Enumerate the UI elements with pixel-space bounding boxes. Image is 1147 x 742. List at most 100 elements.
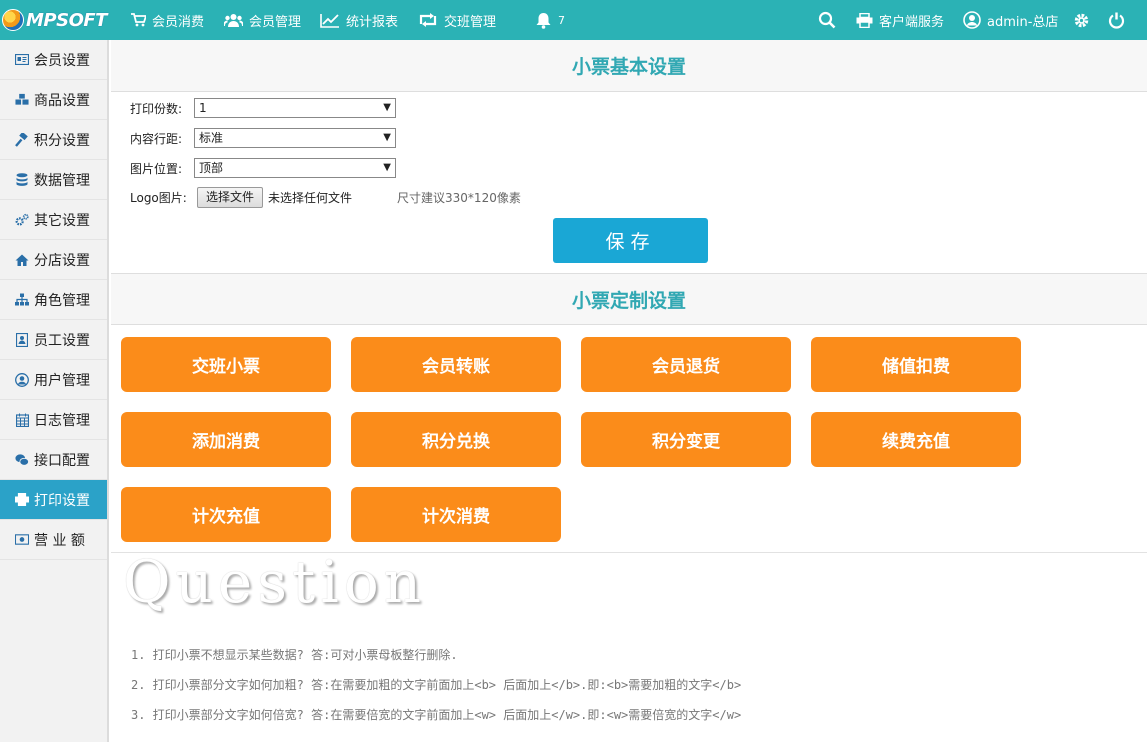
sidebar: 会员设置 商品设置 积分设置 数据管理 其它设置 分店设置 角色管理 员工设置 …	[0, 40, 109, 742]
bell-icon	[535, 12, 552, 29]
cogs-icon	[15, 213, 29, 227]
logo-label: Logo图片:	[130, 191, 187, 205]
id-card-icon	[15, 53, 29, 67]
tile-member-return[interactable]: 会员退货	[581, 337, 791, 392]
nav-reports[interactable]: 统计报表	[320, 0, 398, 40]
spacing-select[interactable]: 标准 ▼	[194, 128, 396, 148]
user-menu[interactable]: admin-总店	[963, 0, 1058, 40]
question-title: Question	[123, 548, 427, 616]
faq-item: 2. 打印小票部分文字如何加粗? 答:在需要加粗的文字前面加上<b> 后面加上<…	[131, 678, 742, 692]
sidebar-item-label: 分店设置	[34, 252, 90, 269]
nav-label: 统计报表	[346, 14, 399, 30]
tile-renew-recharge[interactable]: 续费充值	[811, 412, 1021, 467]
printer-icon	[15, 493, 29, 507]
calendar-icon	[15, 413, 29, 427]
sidebar-item-data-manage[interactable]: 数据管理	[0, 160, 107, 200]
tile-shift-receipt[interactable]: 交班小票	[121, 337, 331, 392]
spacing-label: 内容行距:	[130, 131, 183, 146]
sidebar-item-label: 用户管理	[34, 372, 90, 389]
sidebar-item-api-config[interactable]: 接口配置	[0, 440, 107, 480]
nav-member-consume[interactable]: 会员消费	[130, 0, 204, 40]
settings-button[interactable]	[1073, 0, 1096, 40]
tile-points-exchange[interactable]: 积分兑换	[351, 412, 561, 467]
copies-select[interactable]: 1 ▼	[194, 98, 396, 118]
logo-row: Logo图片: 选择文件 未选择任何文件 尺寸建议330*120像素	[130, 187, 521, 208]
logo-icon	[2, 9, 24, 31]
sidebar-item-label: 日志管理	[34, 412, 90, 429]
sidebar-item-other-settings[interactable]: 其它设置	[0, 200, 107, 240]
nav-member-manage[interactable]: 会员管理	[224, 0, 301, 40]
faq-item: 3. 打印小票部分文字如何倍宽? 答:在需要倍宽的文字前面加上<w> 后面加上<…	[131, 708, 742, 722]
copies-row: 打印份数: 1 ▼	[130, 98, 396, 118]
sidebar-item-revenue[interactable]: 营 业 额	[0, 520, 107, 560]
sidebar-item-role-manage[interactable]: 角色管理	[0, 280, 107, 320]
sidebar-item-user-manage[interactable]: 用户管理	[0, 360, 107, 400]
search-icon	[818, 11, 836, 29]
logout-button[interactable]	[1108, 0, 1131, 40]
spacing-value: 标准	[199, 131, 224, 145]
sidebar-item-label: 角色管理	[34, 292, 90, 309]
database-icon	[15, 172, 29, 187]
users-icon	[224, 13, 243, 28]
main-content: 小票基本设置 打印份数: 1 ▼ 内容行距: 标准 ▼ 图片位置: 顶部 ▼ L…	[111, 40, 1147, 742]
sidebar-item-staff-settings[interactable]: 员工设置	[0, 320, 107, 360]
wechat-icon	[15, 453, 29, 467]
sidebar-item-label: 数据管理	[34, 172, 90, 189]
sidebar-item-label: 其它设置	[34, 212, 90, 229]
image-position-value: 顶部	[199, 161, 224, 175]
image-position-row: 图片位置: 顶部 ▼	[130, 158, 396, 178]
nav-shift-manage[interactable]: 交班管理	[418, 0, 496, 40]
tile-points-change[interactable]: 积分变更	[581, 412, 791, 467]
sidebar-item-member-settings[interactable]: 会员设置	[0, 40, 107, 80]
faq-item: 1. 打印小票不想显示某些数据? 答:可对小票母板整行删除.	[131, 648, 458, 662]
sidebar-item-product-settings[interactable]: 商品设置	[0, 80, 107, 120]
sidebar-item-branch-settings[interactable]: 分店设置	[0, 240, 107, 280]
copies-value: 1	[199, 101, 207, 115]
user-circle-icon	[963, 11, 981, 29]
image-position-select[interactable]: 顶部 ▼	[194, 158, 396, 178]
tile-count-recharge[interactable]: 计次充值	[121, 487, 331, 542]
tile-member-transfer[interactable]: 会员转账	[351, 337, 561, 392]
sidebar-item-label: 会员设置	[34, 52, 90, 69]
sidebar-item-label: 打印设置	[34, 492, 90, 509]
user-circle-icon	[15, 372, 29, 387]
sidebar-item-label: 接口配置	[34, 452, 90, 469]
customer-service[interactable]: 客户端服务	[856, 0, 944, 40]
money-icon	[15, 533, 29, 547]
nav-label: 会员管理	[249, 14, 302, 30]
dropdown-arrow-icon: ▼	[383, 102, 391, 113]
gear-icon	[1073, 12, 1090, 29]
sidebar-item-log-manage[interactable]: 日志管理	[0, 400, 107, 440]
sidebar-item-print-settings[interactable]: 打印设置	[0, 480, 107, 520]
notification-count: 7	[558, 13, 565, 27]
sidebar-item-label: 营 业 额	[34, 532, 85, 549]
logo-text: MPSOFT	[26, 9, 107, 31]
sidebar-item-label: 商品设置	[34, 92, 90, 109]
image-position-label: 图片位置:	[130, 161, 183, 176]
line-chart-icon	[320, 13, 340, 28]
notifications[interactable]: 7	[535, 0, 565, 40]
copies-label: 打印份数:	[130, 101, 183, 116]
file-status: 未选择任何文件	[268, 191, 353, 205]
user-badge-icon	[15, 332, 29, 347]
retweet-icon	[418, 13, 438, 27]
home-icon	[15, 253, 29, 267]
power-icon	[1108, 12, 1125, 29]
spacing-row: 内容行距: 标准 ▼	[130, 128, 396, 148]
tile-stored-value-deduct[interactable]: 储值扣费	[811, 337, 1021, 392]
sidebar-item-label: 积分设置	[34, 132, 90, 149]
sidebar-item-points-settings[interactable]: 积分设置	[0, 120, 107, 160]
save-button[interactable]: 保存	[553, 218, 708, 263]
user-name: admin-总店	[987, 14, 1059, 30]
tile-add-consume[interactable]: 添加消费	[121, 412, 331, 467]
tile-count-consume[interactable]: 计次消费	[351, 487, 561, 542]
custom-settings-title: 小票定制设置	[111, 273, 1147, 325]
nav-label: 会员消费	[152, 14, 205, 30]
dropdown-arrow-icon: ▼	[383, 132, 391, 143]
choose-file-button[interactable]: 选择文件	[197, 187, 264, 208]
basic-settings-title: 小票基本设置	[111, 40, 1147, 92]
search-button[interactable]	[818, 0, 842, 40]
brand-logo[interactable]: MPSOFT	[2, 8, 107, 32]
gavel-icon	[15, 132, 29, 147]
nav-label: 交班管理	[444, 14, 497, 30]
